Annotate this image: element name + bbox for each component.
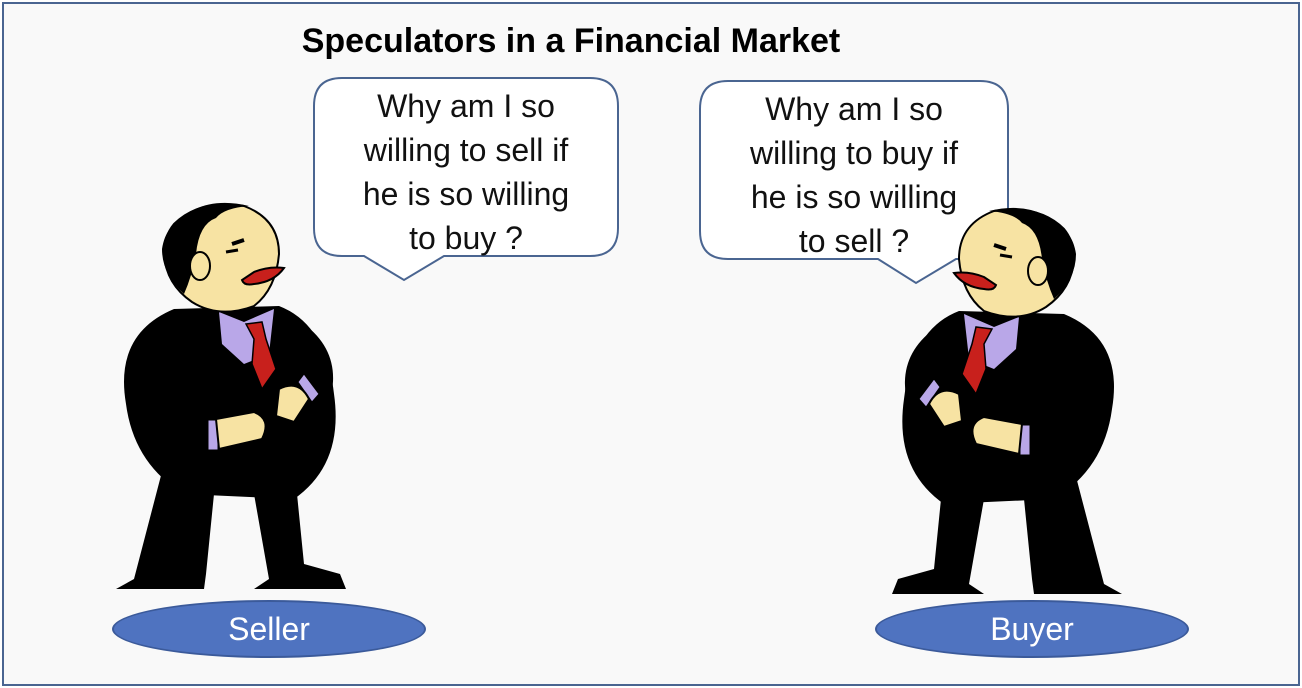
businessman-buyer-icon	[892, 207, 1122, 594]
buyer-label-text: Buyer	[990, 610, 1074, 647]
seller-bubble-line: willing to sell if	[363, 132, 569, 168]
buyer-bubble-line: Why am I so	[765, 91, 943, 127]
buyer-bubble-line: willing to buy if	[749, 135, 959, 171]
businessman-seller-icon	[116, 202, 346, 589]
seller-label-text: Seller	[228, 610, 310, 647]
seller-bubble-line: Why am I so	[377, 88, 555, 124]
diagram-title: Speculators in a Financial Market	[301, 22, 841, 60]
buyer-label: Buyer	[875, 600, 1189, 658]
seller-label: Seller	[112, 600, 426, 658]
diagram-frame: Speculators in a Financial Market Why am…	[2, 2, 1300, 686]
